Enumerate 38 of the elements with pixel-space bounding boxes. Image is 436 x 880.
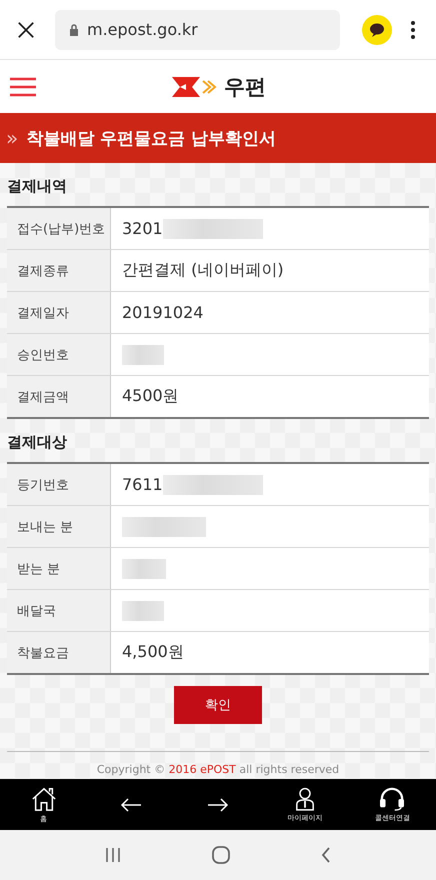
row-label: 배달국 (7, 590, 111, 631)
row-label: 보내는 분 (7, 506, 111, 547)
url-text: m.epost.go.kr (87, 20, 198, 39)
right-arrow-icon (206, 798, 229, 812)
row-label: 승인번호 (7, 334, 111, 375)
row-label: 등기번호 (7, 464, 111, 505)
row-value: 20191024 (122, 303, 204, 322)
row-label: 결제종류 (7, 250, 111, 291)
headset-icon (378, 786, 406, 810)
row-label: 결제금액 (7, 376, 111, 417)
section-title: 결제대상 (7, 432, 68, 453)
left-arrow-icon (120, 798, 142, 812)
chevron-icon: » (6, 126, 18, 150)
copyright-text: Copyright © 2016 ePOST all rights reserved (96, 763, 340, 776)
menu-icon[interactable] (10, 76, 36, 96)
row-label: 착불요금 (7, 632, 111, 673)
more-icon[interactable] (410, 20, 416, 40)
row-value: 3201 (122, 219, 163, 238)
recent-apps-icon[interactable] (105, 847, 122, 863)
address-bar[interactable]: m.epost.go.kr (55, 10, 340, 50)
row-label: 접수(납부)번호 (7, 208, 111, 249)
row-value: 간편결제 (네이버페이) (122, 260, 284, 281)
section-title: 결제내역 (7, 176, 68, 197)
chat-bubble-icon[interactable] (362, 14, 392, 44)
logo-text: 우편 (224, 74, 266, 100)
row-label: 받는 분 (7, 548, 111, 589)
row-value: 4500원 (122, 386, 179, 407)
close-icon[interactable] (17, 20, 35, 38)
logo-icon (170, 74, 218, 98)
row-value: 7611 (122, 475, 163, 494)
lock-icon (69, 24, 79, 36)
back-icon[interactable] (320, 847, 331, 863)
row-value: 4,500원 (122, 642, 184, 663)
home-icon (30, 786, 58, 812)
page-title: 착불배달 우편물요금 납부확인서 (26, 128, 276, 150)
confirm-button[interactable]: 확인 (174, 686, 262, 724)
row-label: 결제일자 (7, 292, 111, 333)
person-icon (295, 786, 316, 810)
